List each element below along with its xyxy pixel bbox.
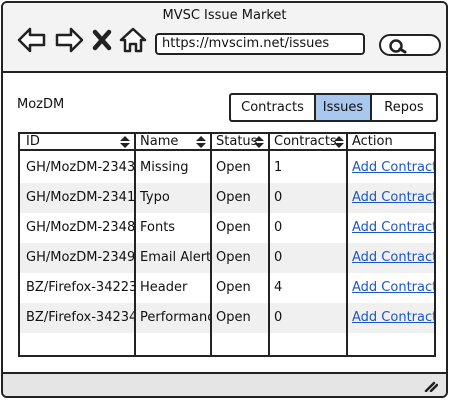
forward-arrow-icon[interactable] — [54, 27, 84, 53]
sort-icon[interactable] — [120, 136, 130, 148]
browser-toolbar: MVSC Issue Market https://mvscim.net/iss… — [3, 3, 446, 73]
column-header-id[interactable]: ID — [22, 134, 134, 150]
table-header: ID Name Status Contracts Action — [20, 134, 434, 151]
cell-id: BZ/Firefox-34223 — [26, 280, 134, 295]
issues-table: GH/MozDM-2343 Missing Open 1 Add Contract GH/… — [18, 132, 436, 357]
add-contract-link[interactable]: Add Contract — [348, 213, 434, 243]
add-contract-link[interactable]: Add Contract — [348, 153, 434, 183]
table-row: BZ/Firefox-34234 Performance Open 0 Add Cont… — [20, 303, 434, 333]
cell-name: Missing — [140, 160, 189, 175]
add-contract-link[interactable]: Add Contract — [348, 183, 434, 213]
sort-icon[interactable] — [254, 136, 264, 148]
tab-contracts[interactable]: Contracts — [231, 95, 316, 120]
sort-icon[interactable] — [196, 136, 206, 148]
cell-status: Open — [216, 220, 251, 235]
cell-contracts: 0 — [274, 310, 283, 325]
cell-status: Open — [216, 310, 251, 325]
empty-row — [20, 333, 434, 355]
table-row: GH/MozDM-2341 Typo Open 0 Add Contract — [20, 183, 434, 213]
home-icon[interactable] — [119, 27, 147, 53]
view-tabs: Contracts Issues Repos — [229, 93, 438, 122]
cell-status: Open — [216, 160, 251, 175]
table-row: BZ/Firefox-34223 Header Open 4 Add Contract — [20, 273, 434, 303]
window-title: MVSC Issue Market — [162, 8, 287, 23]
cell-id: GH/MozDM-2349 — [26, 250, 134, 265]
status-bar — [3, 372, 446, 396]
column-divider — [268, 134, 270, 355]
cell-status: Open — [216, 250, 251, 265]
table-row: GH/MozDM-2349 Email Alert Open 0 Add Contrac… — [20, 243, 434, 273]
resize-grip-icon[interactable] — [424, 380, 438, 392]
back-arrow-icon[interactable] — [17, 27, 47, 53]
cell-name: Typo — [140, 190, 170, 205]
table-row: GH/MozDM-2348 Fonts Open 0 Add Contract — [20, 213, 434, 243]
cell-name: Fonts — [140, 220, 176, 235]
cell-status: Open — [216, 280, 251, 295]
search-box[interactable] — [379, 34, 441, 56]
add-contract-link[interactable]: Add Contract — [348, 273, 434, 303]
add-contract-link[interactable]: Add Contract — [348, 303, 434, 333]
cell-id: GH/MozDM-2348 — [26, 220, 134, 235]
cell-name: Header — [140, 280, 188, 295]
browser-window: MVSC Issue Market https://mvscim.net/iss… — [1, 1, 448, 398]
table-row: GH/MozDM-2343 Missing Open 1 Add Contract — [20, 153, 434, 183]
column-divider — [346, 134, 348, 355]
cell-contracts: 4 — [274, 280, 283, 295]
cell-id: GH/MozDM-2341 — [26, 190, 134, 205]
column-divider — [210, 134, 212, 355]
cell-name: Email Alert — [140, 250, 210, 265]
cell-contracts: 1 — [274, 160, 283, 175]
cell-status: Open — [216, 190, 251, 205]
tab-repos[interactable]: Repos — [372, 95, 436, 120]
add-contract-link[interactable]: Add Contract — [348, 243, 434, 273]
sort-icon[interactable] — [334, 136, 344, 148]
cell-contracts: 0 — [274, 220, 283, 235]
column-divider — [134, 134, 136, 355]
cell-name: Performance — [140, 310, 210, 325]
close-icon[interactable] — [91, 27, 113, 53]
cell-contracts: 0 — [274, 250, 283, 265]
tab-issues[interactable]: Issues — [316, 95, 372, 120]
cell-id: GH/MozDM-2343 — [26, 160, 134, 175]
address-bar[interactable]: https://mvscim.net/issues — [155, 33, 365, 55]
cell-contracts: 0 — [274, 190, 283, 205]
search-icon — [389, 39, 407, 54]
column-header-action: Action — [352, 134, 393, 149]
cell-id: BZ/Firefox-34234 — [26, 310, 134, 325]
brand-label: MozDM — [17, 97, 65, 112]
